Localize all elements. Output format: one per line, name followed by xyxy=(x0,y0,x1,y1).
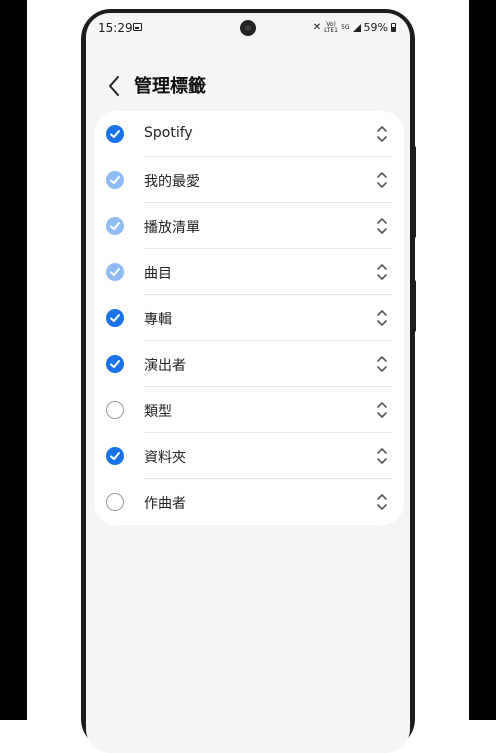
left-black-border xyxy=(0,0,27,720)
right-black-border xyxy=(469,0,496,720)
list-item-genres[interactable]: 類型 xyxy=(94,387,404,433)
list-item-label: 我的最愛 xyxy=(144,174,200,190)
mute-icon: ✕ xyxy=(312,22,322,33)
status-bar: 15:29 ✕ Vo) LTE1 5G 59% xyxy=(86,13,410,43)
list-item-label: Spotify xyxy=(144,125,193,141)
checkmark-icon xyxy=(110,222,120,230)
signal-icon xyxy=(352,23,361,32)
drag-handle-icon[interactable] xyxy=(375,260,389,284)
list-item-favorites[interactable]: 我的最愛 xyxy=(94,157,404,203)
list-item-label: 資料夾 xyxy=(144,450,186,466)
checkbox-checked-disabled xyxy=(106,217,124,235)
volte-icon: Vo) LTE1 xyxy=(324,20,338,34)
checkmark-icon xyxy=(110,130,120,138)
drag-handle-icon[interactable] xyxy=(375,490,389,514)
checkmark-icon xyxy=(110,268,120,276)
list-item-playlists[interactable]: 播放清單 xyxy=(94,203,404,249)
list-item-label: 播放清單 xyxy=(144,220,200,236)
checkbox-checked[interactable] xyxy=(106,355,124,373)
chevron-left-icon[interactable] xyxy=(104,73,126,99)
checkmark-icon xyxy=(110,314,120,322)
checkmark-icon xyxy=(110,452,120,460)
checkbox-unchecked[interactable] xyxy=(106,493,124,511)
drag-handle-icon[interactable] xyxy=(375,306,389,330)
gallery-notification-icon xyxy=(133,23,142,31)
checkbox-unchecked[interactable] xyxy=(106,401,124,419)
page-title: 管理標籤 xyxy=(134,76,206,97)
drag-handle-icon[interactable] xyxy=(375,398,389,422)
list-item-label: 演出者 xyxy=(144,358,186,374)
checkbox-checked-disabled xyxy=(106,171,124,189)
list-item-label: 類型 xyxy=(144,404,172,420)
drag-handle-icon[interactable] xyxy=(375,352,389,376)
list-item-folders[interactable]: 資料夾 xyxy=(94,433,404,479)
list-item-label: 專輯 xyxy=(144,312,172,328)
checkmark-icon xyxy=(110,176,120,184)
drag-handle-icon[interactable] xyxy=(375,444,389,468)
list-item-artists[interactable]: 演出者 xyxy=(94,341,404,387)
drag-handle-icon[interactable] xyxy=(375,122,389,146)
battery-percent: 59% xyxy=(363,21,388,34)
checkbox-checked[interactable] xyxy=(106,125,124,143)
phone-screen: 15:29 ✕ Vo) LTE1 5G 59% 管理標籤 Spotify 我的最… xyxy=(86,13,410,753)
list-item-albums[interactable]: 專輯 xyxy=(94,295,404,341)
network-icon: 5G xyxy=(341,23,350,31)
list-item-spotify[interactable]: Spotify xyxy=(94,111,404,157)
volume-button xyxy=(411,146,416,238)
checkbox-checked[interactable] xyxy=(106,447,124,465)
list-item-label: 作曲者 xyxy=(144,496,186,512)
status-indicators: ✕ Vo) LTE1 5G 59% xyxy=(313,21,396,34)
list-item-tracks[interactable]: 曲目 xyxy=(94,249,404,295)
power-button xyxy=(411,280,416,332)
checkbox-checked-disabled xyxy=(106,263,124,281)
list-item-composers[interactable]: 作曲者 xyxy=(94,479,404,525)
list-item-label: 曲目 xyxy=(144,266,172,282)
checkmark-icon xyxy=(110,360,120,368)
checkbox-checked[interactable] xyxy=(106,309,124,327)
front-camera xyxy=(240,20,256,36)
app-header: 管理標籤 xyxy=(86,69,410,105)
battery-icon xyxy=(391,23,396,32)
status-time: 15:29 xyxy=(98,21,133,35)
drag-handle-icon[interactable] xyxy=(375,168,389,192)
tab-list-card: Spotify 我的最愛 播放清單 曲目 專輯 演出者 類型 資料夾 作曲者 xyxy=(94,111,404,525)
drag-handle-icon[interactable] xyxy=(375,214,389,238)
